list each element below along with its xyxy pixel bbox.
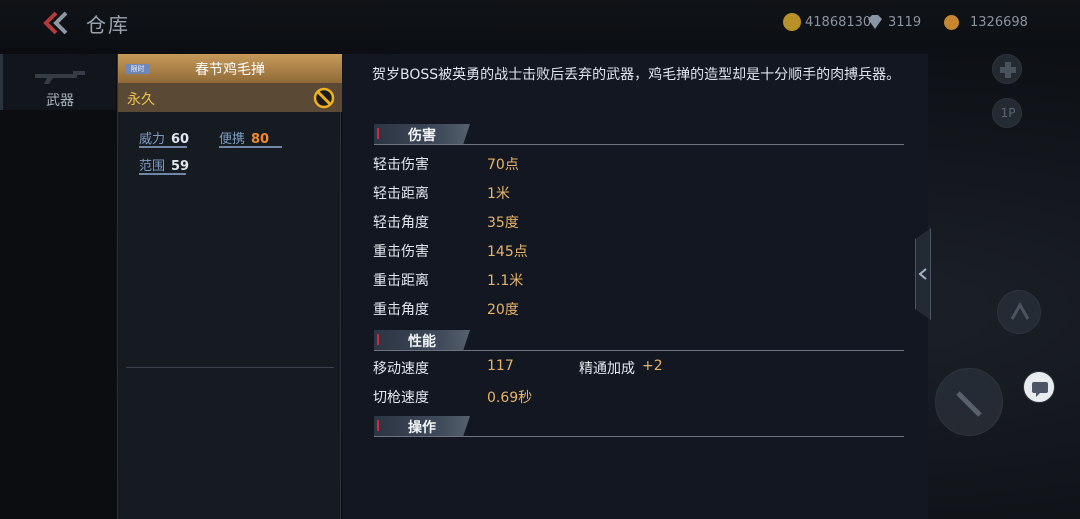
stat-bar — [139, 173, 186, 175]
attack-button[interactable] — [935, 368, 1003, 436]
jump-icon — [1010, 301, 1030, 320]
mastery-bonus-value: +2 — [642, 358, 663, 374]
section-divider — [374, 350, 904, 351]
stat-label-light-angle: 轻击角度 — [373, 215, 429, 231]
category-weapons-label: 武器 — [46, 93, 74, 109]
mastery-bonus-label: 精通加成 — [579, 361, 635, 377]
token-value: 1326698 — [970, 14, 1028, 30]
section-divider — [374, 436, 904, 437]
stat-label: 便携 — [219, 132, 246, 147]
diamond-balance: 3119 — [866, 11, 921, 33]
top-bar: 仓库 41868130 3119 1326698 — [0, 0, 1080, 48]
item-name: 春节鸡毛掸 — [195, 62, 265, 78]
hud-background: 1P — [929, 54, 1080, 519]
chevron-left-icon — [918, 268, 927, 280]
category-rail: 武器 — [0, 54, 116, 519]
stat-label: 威力 — [139, 132, 166, 147]
section-controls-header: 操作 — [374, 416, 470, 436]
stat-label-light-damage: 轻击伤害 — [373, 157, 429, 173]
rifle-icon — [35, 71, 85, 84]
category-weapons[interactable]: 武器 — [0, 54, 116, 110]
diamond-value: 3119 — [888, 14, 922, 30]
divider — [126, 367, 334, 368]
stat-value-light-angle: 35度 — [487, 215, 519, 231]
stat-label-heavy-range: 重击距离 — [373, 273, 429, 289]
back-button[interactable] — [38, 8, 74, 38]
stat-value: 60 — [171, 132, 190, 147]
stat-power: 威力 60 — [139, 128, 190, 148]
page-title: 仓库 — [86, 13, 130, 37]
diamond-icon — [868, 15, 882, 29]
weapon-details: 贺岁BOSS被英勇的战士击败后丢弃的武器，鸡毛掸的造型却是十分顺手的肉搏兵器。 … — [342, 54, 928, 519]
stat-value-light-range: 1米 — [487, 186, 510, 202]
stat-bar — [139, 146, 187, 148]
chat-button[interactable] — [1023, 371, 1055, 403]
item-card: 限时 春节鸡毛掸 永久 威力 60 便携 80 范围 59 — [117, 54, 342, 519]
stat-value-light-damage: 70点 — [487, 157, 519, 173]
stat-value-switch-speed: 0.69秒 — [487, 390, 533, 406]
dpad-icon — [1000, 62, 1016, 78]
stat-bar — [219, 146, 282, 148]
jump-button[interactable] — [997, 290, 1041, 334]
player-label: 1P — [1000, 106, 1016, 120]
section-title: 伤害 — [408, 128, 436, 144]
stat-value-heavy-angle: 20度 — [487, 302, 519, 318]
stat-label-heavy-angle: 重击角度 — [373, 302, 429, 318]
warehouse-screen: 仓库 41868130 3119 1326698 武器 限时 春节鸡毛掸 永久 … — [0, 0, 1080, 519]
stat-label-move-speed: 移动速度 — [373, 361, 429, 377]
no-trade-icon[interactable] — [313, 87, 335, 109]
token-balance: 1326698 — [944, 11, 1028, 33]
chat-icon — [1032, 382, 1048, 397]
token-icon — [944, 14, 959, 30]
stat-value: 59 — [171, 159, 190, 174]
item-header: 限时 春节鸡毛掸 — [118, 54, 342, 83]
stat-value-heavy-damage: 145点 — [487, 244, 528, 260]
section-title: 性能 — [408, 334, 436, 350]
stat-portability: 便携 80 — [219, 128, 282, 148]
weapon-description: 贺岁BOSS被英勇的战士击败后丢弃的武器，鸡毛掸的造型却是十分顺手的肉搏兵器。 — [372, 67, 901, 83]
dpad-button[interactable] — [992, 54, 1022, 84]
gold-coin-icon — [783, 13, 801, 31]
item-duration: 永久 — [127, 92, 155, 108]
section-title: 操作 — [408, 420, 436, 436]
stat-label-switch-speed: 切枪速度 — [373, 390, 429, 406]
gold-coin-balance: 41868130 — [783, 11, 871, 33]
stat-value-heavy-range: 1.1米 — [487, 273, 524, 289]
section-performance-header: 性能 — [374, 330, 470, 350]
double-chevron-left-icon — [43, 11, 68, 35]
stat-label: 范围 — [139, 159, 166, 174]
stat-value-move-speed: 117 — [487, 358, 514, 374]
player-button[interactable]: 1P — [992, 98, 1022, 128]
section-divider — [374, 144, 904, 145]
item-duration-bar: 永久 — [118, 83, 342, 112]
gold-coin-value: 41868130 — [805, 14, 872, 30]
stat-range: 范围 59 — [139, 155, 190, 175]
section-damage-header: 伤害 — [374, 124, 470, 144]
stat-value: 80 — [251, 132, 270, 147]
stat-label-light-range: 轻击距离 — [373, 186, 429, 202]
knife-icon — [956, 391, 982, 417]
stat-label-heavy-damage: 重击伤害 — [373, 244, 429, 260]
